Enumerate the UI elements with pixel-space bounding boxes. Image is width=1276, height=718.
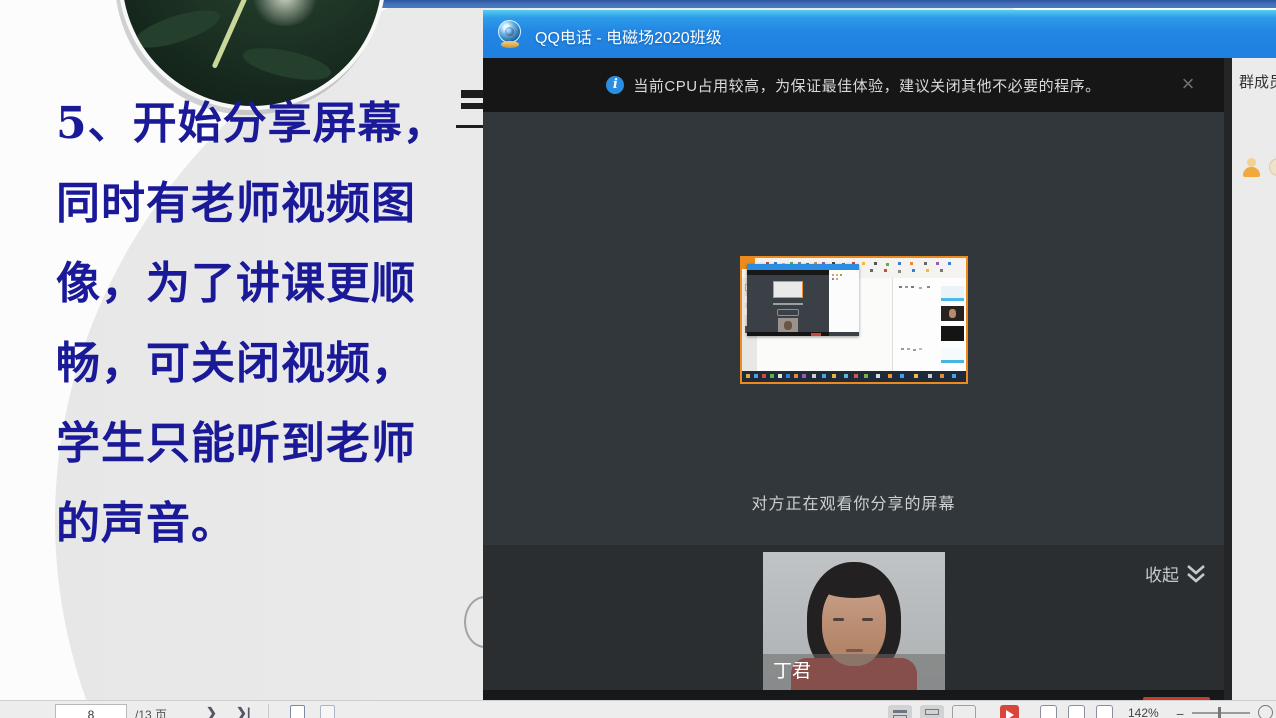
notes-icon[interactable] xyxy=(1040,705,1057,718)
person-fringe xyxy=(818,572,890,598)
leaf-shape xyxy=(240,42,333,86)
window-title: QQ电话 - 电磁场2020班级 xyxy=(535,24,722,48)
call-main-area: 对方正在观看你分享的屏幕 结束分享 xyxy=(483,112,1224,555)
collapse-control[interactable]: 收起 xyxy=(1145,561,1207,586)
zoom-slider-handle[interactable] xyxy=(1218,707,1221,718)
mini-qq-window xyxy=(747,264,859,336)
dandelion-fluff xyxy=(250,0,320,26)
slideshow-play-icon[interactable] xyxy=(1000,705,1019,718)
qq-title-bar[interactable]: QQ电话 - 电磁场2020班级 xyxy=(483,10,1276,58)
panel-separator xyxy=(1224,58,1232,700)
qq-call-app-icon xyxy=(496,20,524,48)
person-mouth xyxy=(846,649,863,652)
double-chevron-down-icon xyxy=(1185,564,1207,583)
cpu-warning-banner: i 当前CPU占用较高，为保证最佳体验，建议关闭其他不必要的程序。 xyxy=(483,58,1224,112)
collapse-label: 收起 xyxy=(1145,561,1179,586)
page-number-box[interactable]: 8 xyxy=(55,704,127,718)
members-panel-title: 群成员 xyxy=(1239,71,1276,92)
info-icon: i xyxy=(606,76,624,94)
shared-screen-thumbnail xyxy=(740,256,968,384)
zoom-out-icon[interactable]: − xyxy=(1176,706,1184,718)
page-total-label: /13 页 xyxy=(135,706,167,718)
video-strip: 丁君 收起 xyxy=(483,545,1224,690)
comments-icon[interactable] xyxy=(1068,705,1085,718)
slide-sorter-view-icon[interactable] xyxy=(920,705,944,718)
cpu-warning-text: 当前CPU占用较高，为保证最佳体验，建议关闭其他不必要的程序。 xyxy=(633,75,1100,96)
reading-view-icon[interactable] xyxy=(952,705,976,718)
last-slide-icon[interactable]: ❯| xyxy=(236,705,251,718)
hidden-slide-fragment xyxy=(461,90,483,98)
qq-call-window: QQ电话 - 电磁场2020班级 i 当前CPU占用较高，为保证最佳体验，建议关… xyxy=(483,10,1276,700)
group-members-panel: 群成员 xyxy=(1232,58,1276,700)
duplicate-slide-icon[interactable] xyxy=(320,705,335,718)
normal-view-icon[interactable] xyxy=(888,705,912,718)
slide-body-text: 5、开始分享屏幕， 同时有老师视频图 像，为了讲课更顺 畅，可关闭视频， 学生只… xyxy=(56,84,496,564)
sharing-status-text: 对方正在观看你分享的屏幕 xyxy=(483,490,1224,514)
hidden-slide-fragment xyxy=(456,125,483,128)
new-slide-icon[interactable] xyxy=(290,705,305,718)
person-eye xyxy=(862,618,873,621)
caller-video-tile: 丁君 xyxy=(763,552,945,690)
statusbar-divider xyxy=(268,704,269,718)
screenshot-root: 5、开始分享屏幕， 同时有老师视频图 像，为了讲课更顺 畅，可关闭视频， 学生只… xyxy=(0,0,1276,718)
call-toolbar-edge xyxy=(483,690,1224,700)
mini-video-tile xyxy=(941,306,964,321)
mini-video-tile xyxy=(941,348,964,363)
fit-slide-icon[interactable] xyxy=(1096,705,1113,718)
zoom-level-label: 142% xyxy=(1128,706,1159,718)
close-banner-icon[interactable]: × xyxy=(1175,72,1201,98)
mini-video-tile xyxy=(941,326,964,341)
slide-text-line: 5、开始分享屏幕， xyxy=(56,84,496,164)
slide-text-line: 学生只能听到老师 xyxy=(56,404,496,484)
member-avatar-icon[interactable] xyxy=(1241,158,1261,178)
next-slide-icon[interactable]: ❯ xyxy=(206,705,217,718)
slide-text-line: 同时有老师视频图 xyxy=(56,164,496,244)
mini-video-tile xyxy=(941,286,964,301)
fit-to-window-icon[interactable] xyxy=(1258,705,1273,718)
mini-taskbar xyxy=(742,371,966,382)
hang-up-button-edge[interactable] xyxy=(1143,697,1210,700)
member-avatar-icon[interactable] xyxy=(1269,158,1276,176)
caller-name-label: 丁君 xyxy=(763,654,945,690)
slide-text-line: 的声音。 xyxy=(56,484,496,564)
leaf-shape xyxy=(130,3,224,56)
slide-text-line: 像，为了讲课更顺 xyxy=(56,244,496,324)
slide-text-line: 畅，可关闭视频， xyxy=(56,324,496,404)
person-eye xyxy=(833,618,844,621)
hidden-slide-fragment xyxy=(461,103,483,109)
zoom-slider[interactable] xyxy=(1192,712,1250,714)
presentation-status-bar: 8 /13 页 ❯ ❯| 142% − xyxy=(0,700,1276,718)
mini-chat-panel xyxy=(892,278,966,371)
